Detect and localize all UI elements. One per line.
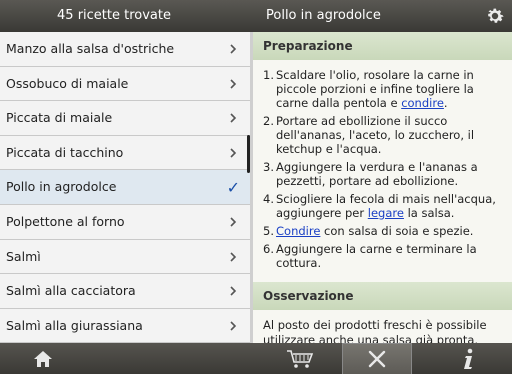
results-count-title: 45 ricette trovate — [57, 8, 171, 23]
chevron-right-icon — [230, 217, 237, 227]
preparation-step: 1. Scaldare l'olio, rosolare la carne in … — [263, 68, 504, 110]
step-text-part: . — [443, 96, 448, 110]
recipe-tab-button[interactable] — [342, 343, 412, 374]
step-number: 3. — [263, 160, 274, 174]
glossary-link[interactable]: condire — [401, 96, 444, 110]
glossary-link[interactable]: legare — [368, 206, 404, 220]
chevron-right-icon — [230, 113, 237, 123]
recipe-list: Manzo alla salsa d'ostriche Ossobuco di m… — [0, 32, 250, 343]
step-text-part: Aggiungere la carne e terminare la cottu… — [276, 242, 477, 270]
recipe-list-item-label: Pollo in agrodolce — [6, 179, 117, 195]
cart-icon — [287, 349, 314, 368]
step-text: Aggiungere la carne e terminare la cottu… — [276, 242, 504, 270]
observation-heading: Osservazione — [253, 282, 512, 310]
recipe-list-item-label: Piccata di maiale — [6, 110, 113, 126]
recipe-list-item[interactable]: Manzo alla salsa d'ostriche — [0, 32, 250, 67]
step-number: 2. — [263, 114, 274, 128]
step-number: 1. — [263, 68, 274, 82]
gear-icon[interactable] — [484, 5, 506, 27]
step-text-part: la salsa. — [403, 206, 455, 220]
recipe-list-item[interactable]: Polpettone al forno — [0, 204, 250, 240]
preparation-step: 2. Portare ad ebollizione il succo dell'a… — [263, 114, 504, 156]
home-button[interactable] — [28, 343, 58, 374]
bottom-bar — [0, 343, 512, 374]
step-number: 4. — [263, 192, 274, 206]
chevron-right-icon — [230, 148, 237, 158]
step-text-part: Aggiungere la verdura e l'ananas a pezze… — [276, 160, 478, 188]
recipe-list-item[interactable]: Salmì alla giurassiana — [0, 308, 250, 343]
home-icon — [34, 350, 52, 367]
info-button[interactable] — [455, 343, 481, 374]
preparation-heading: Preparazione — [253, 32, 512, 60]
chevron-right-icon — [230, 321, 237, 331]
chevron-right-icon — [230, 79, 237, 89]
recipe-list-item[interactable]: Ossobuco di maiale — [0, 66, 250, 102]
scrollbar[interactable] — [247, 135, 250, 173]
checkmark-icon: ✓ — [226, 178, 240, 198]
step-number: 6. — [263, 242, 274, 256]
step-text: Scaldare l'olio, rosolare la carne in pi… — [276, 68, 504, 110]
chevron-right-icon — [230, 286, 237, 296]
recipe-list-item-label: Piccata di tacchino — [6, 144, 124, 160]
top-bar: 45 ricette trovate Pollo in agrodolce — [0, 0, 512, 32]
preparation-step: 6. Aggiungere la carne e terminare la cot… — [263, 242, 504, 270]
recipe-detail: Preparazione 1. Scaldare l'olio, rosolare… — [253, 32, 512, 343]
recipe-list-item-label: Salmì alla cacciatora — [6, 283, 136, 299]
recipe-list-item[interactable]: Salmì — [0, 239, 250, 275]
step-text: Aggiungere la verdura e l'ananas a pezze… — [276, 160, 504, 188]
step-text-part: Portare ad ebollizione il succo dell'ana… — [276, 114, 475, 156]
recipe-title: Pollo in agrodolce — [266, 8, 381, 23]
recipe-list-item-label: Polpettone al forno — [6, 213, 125, 229]
info-icon — [464, 348, 473, 369]
recipe-list-item[interactable]: Piccata di tacchino — [0, 135, 250, 171]
step-text: Portare ad ebollizione il succo dell'ana… — [276, 114, 504, 156]
recipe-list-item-label: Ossobuco di maiale — [6, 75, 129, 91]
cutlery-icon — [368, 350, 386, 368]
recipe-list-item-label: Salmì alla giurassiana — [6, 317, 143, 333]
preparation-step: 5. Condire con salsa di soia e spezie. — [263, 224, 504, 238]
step-text: Sciogliere la fecola di mais nell'acqua,… — [276, 192, 504, 220]
recipe-list-item-label: Salmì — [6, 248, 41, 264]
observation-text: Al posto dei prodotti freschi è possibil… — [263, 318, 487, 343]
shopping-cart-button[interactable] — [282, 343, 318, 374]
preparation-steps: 1. Scaldare l'olio, rosolare la carne in … — [253, 60, 512, 278]
chevron-right-icon — [230, 44, 237, 54]
recipe-list-item-label: Manzo alla salsa d'ostriche — [6, 41, 175, 56]
step-text-part: con salsa di soia e spezie. — [320, 224, 474, 238]
glossary-link[interactable]: Condire — [276, 224, 320, 238]
chevron-right-icon — [230, 251, 237, 262]
preparation-step: 4. Sciogliere la fecola di mais nell'acqu… — [263, 192, 504, 220]
step-text: Condire con salsa di soia e spezie. — [276, 224, 504, 238]
preparation-step: 3. Aggiungere la verdura e l'ananas a pez… — [263, 160, 504, 188]
recipe-list-item[interactable]: Piccata di maiale — [0, 101, 250, 136]
step-number: 5. — [263, 224, 274, 238]
recipe-list-item[interactable]: Salmì alla cacciatora — [0, 274, 250, 309]
recipe-list-item[interactable]: Pollo in agrodolce ✓ — [0, 170, 250, 205]
